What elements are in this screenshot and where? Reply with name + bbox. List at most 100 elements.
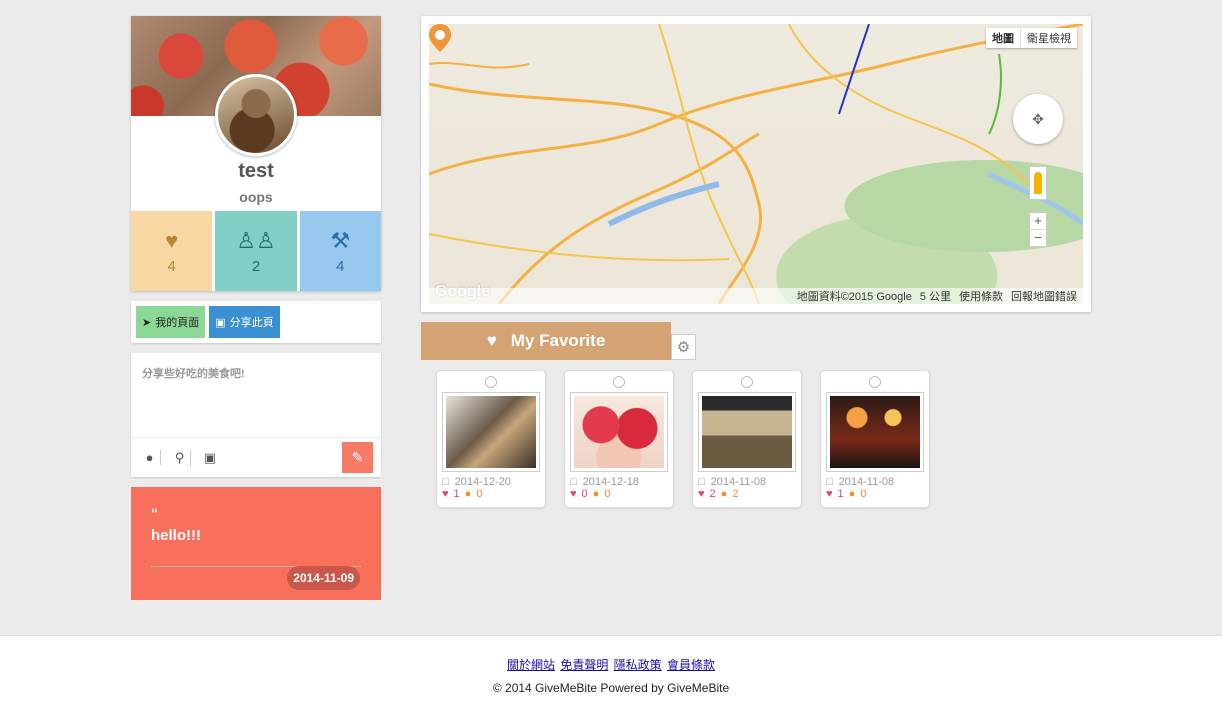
map-type-satellite-button[interactable]: 衛星檢視	[1020, 28, 1077, 48]
card-comments: 0	[476, 488, 483, 500]
card-date-text: 2014-12-18	[582, 476, 639, 488]
food-photo[interactable]	[826, 392, 924, 472]
comment-icon[interactable]: ●	[139, 450, 161, 465]
footer-link-about[interactable]: 關於網站	[507, 658, 555, 672]
calendar-icon: □	[570, 476, 577, 488]
card-likes: 0	[581, 488, 588, 500]
map-attribution: 地圖資料©2015 Google	[796, 291, 912, 303]
street-view-pegman[interactable]	[1029, 166, 1047, 200]
post-submit-button[interactable]: ✎	[342, 442, 373, 473]
comment-icon: ●	[848, 488, 856, 500]
zoom-in-button[interactable]: +	[1030, 213, 1046, 229]
card-comments: 2	[732, 488, 739, 500]
heart-icon: ♥	[698, 488, 705, 500]
footer-link-terms[interactable]: 會員條款	[667, 658, 715, 672]
card-stats: ♥ 1 ● 0	[442, 488, 540, 500]
left-column: test oops ♥ 4 ♙♙ 2 ⚒ 4 ➤ 我的頁面 ▣ 分享此頁 分享些…	[131, 16, 381, 600]
post-input[interactable]: 分享些好吃的美食吧!	[131, 353, 381, 437]
card-comments: 0	[604, 488, 611, 500]
card-likes: 1	[453, 488, 460, 500]
paper-plane-icon: ➤	[142, 316, 152, 329]
favorite-card[interactable]: □ 2014-12-20 ♥ 1 ● 0	[436, 370, 546, 508]
share-bar: ➤ 我的頁面 ▣ 分享此頁	[131, 301, 381, 343]
map-scale: 5 公里	[919, 291, 951, 303]
card-date: □ 2014-11-08	[826, 476, 924, 488]
select-radio[interactable]	[741, 376, 753, 388]
stat-likes-value: 4	[167, 257, 176, 275]
share-page-label: 分享此頁	[229, 317, 274, 329]
stat-friends[interactable]: ♙♙ 2	[215, 211, 297, 291]
post-composer: 分享些好吃的美食吧! ● ⚲ ▣ ✎	[131, 353, 381, 477]
food-photo[interactable]	[570, 392, 668, 472]
calendar-icon: □	[698, 476, 705, 488]
select-radio[interactable]	[869, 376, 881, 388]
map-type-map-button[interactable]: 地圖	[986, 28, 1020, 48]
post-toolbar: ● ⚲ ▣ ✎	[131, 437, 381, 477]
stat-food-value: 4	[336, 257, 345, 275]
favorite-card[interactable]: □ 2014-11-08 ♥ 2 ● 2	[692, 370, 802, 508]
card-likes: 1	[837, 488, 844, 500]
food-photo[interactable]	[442, 392, 540, 472]
calendar-icon: □	[826, 476, 833, 488]
select-radio[interactable]	[485, 376, 497, 388]
card-date-text: 2014-11-08	[838, 476, 895, 488]
pencil-icon: ✎	[351, 449, 364, 465]
map-type-control: 地圖 衛星檢視	[986, 28, 1077, 48]
card-date-text: 2014-12-20	[454, 476, 511, 488]
map-footer: 地圖資料©2015 Google 5 公里 使用條款 回報地圖錯誤	[429, 288, 1083, 304]
card-stats: ♥ 1 ● 0	[826, 488, 924, 500]
heart-icon: ♥	[442, 488, 449, 500]
favorite-card[interactable]: □ 2014-11-08 ♥ 1 ● 0	[820, 370, 930, 508]
footer-links: 關於網站 免責聲明 隱私政策 會員條款	[0, 656, 1222, 673]
footer-link-disclaimer[interactable]: 免責聲明	[560, 658, 608, 672]
map-view[interactable]: 地圖 衛星檢視 ✥ + − Google 地圖資料©2015 Google 5 …	[429, 24, 1083, 304]
utensils-icon: ⚒	[330, 227, 351, 253]
facebook-icon: ▣	[215, 316, 226, 329]
page-footer: 關於網站 免責聲明 隱私政策 會員條款 © 2014 GiveMeBite Po…	[0, 635, 1222, 706]
gear-icon: ⚙	[676, 339, 691, 356]
quote-date: 2014-11-09	[287, 566, 360, 590]
camera-icon[interactable]: ▣	[199, 450, 221, 466]
map-marker-icon[interactable]: ⚲	[169, 449, 191, 466]
card-date: □ 2014-11-08	[698, 476, 796, 488]
stat-likes[interactable]: ♥ 4	[131, 211, 213, 291]
card-stats: ♥ 2 ● 2	[698, 488, 796, 500]
cover-photo	[131, 16, 381, 156]
users-icon: ♙♙	[236, 227, 276, 253]
quote-mark-icon: “	[151, 505, 158, 521]
pan-arrows-icon: ✥	[1032, 110, 1044, 127]
comment-icon: ●	[592, 488, 600, 500]
food-photo[interactable]	[698, 392, 796, 472]
card-stats: ♥ 0 ● 0	[570, 488, 668, 500]
comment-icon: ●	[720, 488, 728, 500]
card-date: □ 2014-12-18	[570, 476, 668, 488]
footer-link-privacy[interactable]: 隱私政策	[614, 658, 662, 672]
favorite-header[interactable]: ♥ My Favorite	[421, 322, 671, 360]
heart-icon: ♥	[826, 488, 833, 500]
map-panel: 地圖 衛星檢視 ✥ + − Google 地圖資料©2015 Google 5 …	[421, 16, 1091, 312]
heart-icon: ♥	[570, 488, 577, 500]
avatar[interactable]	[215, 74, 297, 156]
pan-control[interactable]: ✥	[1013, 94, 1063, 144]
heart-icon: ♥	[486, 331, 497, 350]
comment-icon: ●	[464, 488, 472, 500]
zoom-out-button[interactable]: −	[1030, 229, 1046, 246]
gear-button[interactable]: ⚙	[671, 334, 696, 360]
map-terms-link[interactable]: 使用條款	[959, 288, 1003, 304]
share-page-button[interactable]: ▣ 分享此頁	[209, 306, 280, 338]
select-radio[interactable]	[613, 376, 625, 388]
profile-stats: ♥ 4 ♙♙ 2 ⚒ 4	[131, 211, 381, 291]
location-pin-icon[interactable]	[429, 24, 451, 52]
map-roads	[429, 24, 1083, 304]
favorite-list: □ 2014-12-20 ♥ 1 ● 0 □ 2014-12-18 ♥ 0 ● 0 □ 2014-…	[436, 370, 930, 508]
favorite-card[interactable]: □ 2014-12-18 ♥ 0 ● 0	[564, 370, 674, 508]
profile-card: test oops ♥ 4 ♙♙ 2 ⚒ 4	[131, 16, 381, 291]
stat-food[interactable]: ⚒ 4	[299, 211, 381, 291]
calendar-icon: □	[442, 476, 449, 488]
quote-text: hello!!!	[151, 527, 201, 544]
zoom-control: + −	[1029, 212, 1047, 247]
profile-subtitle: oops	[239, 189, 273, 205]
my-page-button[interactable]: ➤ 我的頁面	[136, 306, 206, 338]
map-report-link[interactable]: 回報地圖錯誤	[1011, 288, 1077, 304]
quote-card: “ hello!!! 2014-11-09	[131, 487, 381, 600]
